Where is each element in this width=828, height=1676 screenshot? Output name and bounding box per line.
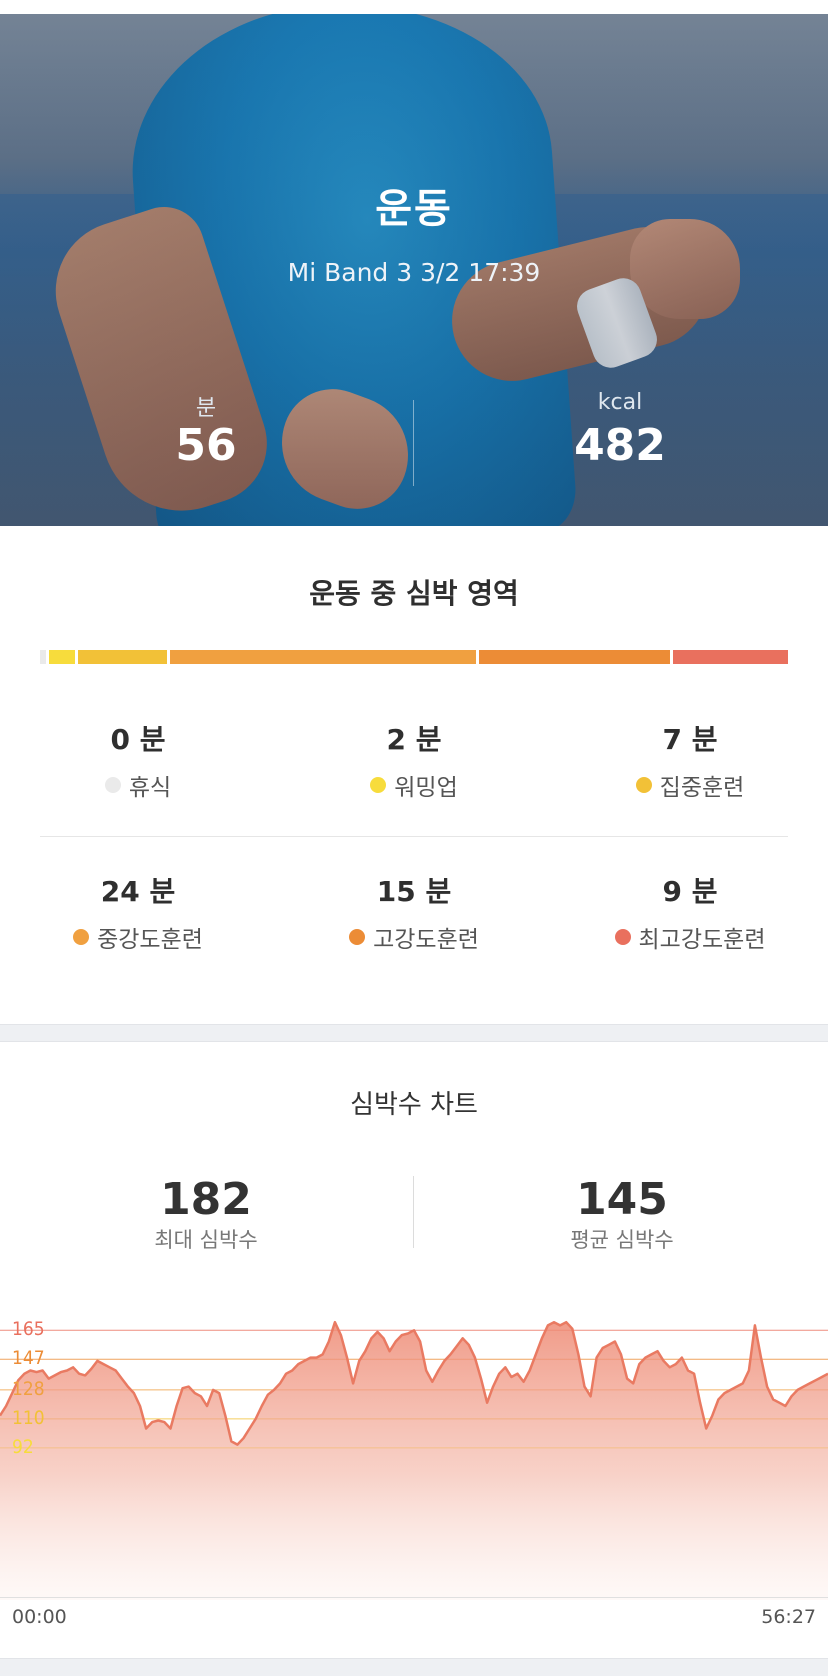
zone-bar-segment — [40, 650, 47, 664]
zone-minutes: 2 분 — [386, 723, 442, 756]
x-axis-start-label: 00:00 — [12, 1606, 67, 1628]
zone-label: 중강도훈련 — [97, 927, 203, 953]
zone-label: 고강도훈련 — [373, 927, 479, 953]
heart-chart-title: 심박수 차트 — [350, 1090, 478, 1120]
zone-dot-icon — [614, 929, 631, 945]
y-axis-label-165: 165 — [12, 1318, 45, 1341]
avg-heart-rate-value: 145 — [576, 1174, 668, 1225]
heart-rate-area — [0, 1322, 828, 1600]
section-separator — [0, 1658, 828, 1676]
zone-bar-segment — [77, 650, 168, 664]
zone-label: 집중훈련 — [659, 775, 745, 801]
zone-focus: 7 분 집중훈련 — [560, 718, 820, 802]
zone-dot-icon — [104, 777, 121, 793]
heart-stats-divider — [413, 1176, 414, 1248]
avg-heart-rate-label: 평균 심박수 — [570, 1228, 674, 1252]
section-separator — [0, 1024, 828, 1042]
zone-bar-segment — [479, 650, 671, 664]
zone-warmup: 2 분 워밍업 — [284, 718, 544, 802]
zone-rest: 0 분 휴식 — [8, 718, 268, 802]
zone-dot-icon — [370, 777, 387, 793]
y-axis-label-92: 92 — [12, 1435, 34, 1458]
zone-dot-icon — [349, 929, 366, 945]
workout-title: 운동 — [375, 186, 453, 232]
zone-minutes: 9 분 — [662, 875, 718, 908]
zone-moderate: 24 분 중강도훈련 — [8, 870, 268, 954]
zone-bar-segment — [49, 650, 75, 664]
zone-minutes: 7 분 — [662, 723, 718, 756]
zone-label: 최고강도훈련 — [638, 927, 766, 953]
zone-minutes: 24 분 — [100, 875, 176, 908]
zone-minutes: 15 분 — [376, 875, 452, 908]
hero-divider — [413, 400, 414, 486]
zone-max: 9 분 최고강도훈련 — [560, 870, 820, 954]
calories-unit: kcal — [597, 390, 643, 415]
y-axis-label-128: 128 — [12, 1377, 45, 1400]
max-heart-rate-value: 182 — [160, 1174, 252, 1225]
x-axis — [0, 1597, 828, 1598]
zone-bar-segment — [673, 650, 788, 664]
zones-divider — [40, 836, 788, 837]
max-heart-rate-label: 최대 심박수 — [154, 1228, 258, 1252]
y-axis-label-110: 110 — [12, 1406, 45, 1429]
calories-value: 482 — [574, 420, 666, 471]
zone-dot-icon — [635, 777, 652, 793]
heart-rate-chart — [0, 1320, 828, 1600]
duration-value: 56 — [175, 420, 237, 471]
zone-minutes: 0 분 — [110, 723, 166, 756]
zone-high: 15 분 고강도훈련 — [284, 870, 544, 954]
zones-title: 운동 중 심박 영역 — [309, 577, 519, 610]
zone-bar-segment — [170, 650, 477, 664]
workout-subtitle: Mi Band 3 3/2 17:39 — [287, 258, 541, 287]
zone-label: 휴식 — [128, 775, 172, 801]
x-axis-end-label: 56:27 — [761, 1606, 816, 1628]
zone-dot-icon — [73, 929, 90, 945]
duration-unit: 분 — [195, 396, 217, 421]
zone-label: 워밍업 — [394, 775, 458, 801]
y-axis-label-147: 147 — [12, 1347, 45, 1370]
